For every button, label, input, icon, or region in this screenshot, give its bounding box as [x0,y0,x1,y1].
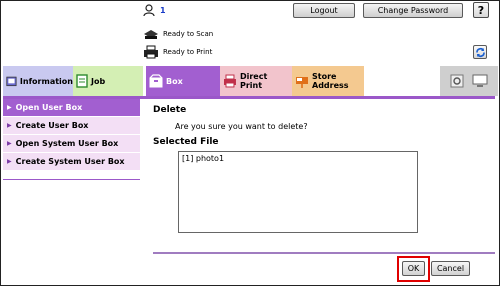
selected-file-heading: Selected File [153,137,219,147]
refresh-button[interactable] [473,45,487,59]
information-icon [6,76,17,87]
confirm-message: Are you sure you want to delete? [175,122,308,131]
direct-print-icon [223,74,236,88]
print-status: Ready to Print [143,45,212,59]
change-password-button[interactable]: Change Password [363,3,463,18]
refresh-icon [475,47,485,57]
tab-direct-print[interactable]: Direct Print [220,66,292,96]
tab-store-address-label: Store Address [312,72,349,90]
arrow-right-icon: ▶ [7,140,12,147]
tab-job[interactable]: Job [73,66,143,96]
scan-status-text: Ready to Scan [163,30,214,38]
sidebar-item-create-system-user-box[interactable]: ▶ Create System User Box [3,153,140,171]
user-count: 1 [160,5,166,15]
job-icon [76,74,88,88]
logout-button[interactable]: Logout [293,3,355,18]
scanner-icon [144,30,158,39]
tab-box-label: Box [166,76,183,86]
tab-job-label: Job [91,76,106,86]
ok-button[interactable]: OK [402,261,425,276]
settings-icon [450,74,464,88]
cancel-button[interactable]: Cancel [431,261,470,276]
selected-file-list[interactable]: [1] photo1 [178,151,418,233]
sidebar-item-create-user-box[interactable]: ▶ Create User Box [3,117,140,135]
print-status-text: Ready to Print [163,48,213,56]
sidebar-item-label: Open System User Box [15,139,119,148]
help-button[interactable]: ? [473,2,489,18]
main-tabs: Information Job Box Direct Print Store A… [3,66,498,96]
store-address-icon [296,77,308,88]
arrow-right-icon: ▶ [7,122,12,129]
footer-divider [153,252,495,254]
monitor-icon [472,74,488,87]
page-title: Delete [153,105,187,115]
list-item: [1] photo1 [182,154,225,163]
sidebar-item-label: Create System User Box [15,157,125,166]
tab-information[interactable]: Information [3,66,73,96]
sidebar-item-label: Create User Box [15,121,89,130]
box-icon [149,74,163,88]
sidebar-divider [3,179,140,180]
printer-icon [144,45,158,59]
sidebar-item-label: Open User Box [15,103,83,112]
tool-tab[interactable] [440,66,498,96]
sidebar-item-open-user-box[interactable]: ▶ Open User Box [3,99,140,117]
tab-store-address[interactable]: Store Address [292,66,364,96]
user-icon [143,4,155,16]
arrow-right-icon: ▶ [7,104,12,111]
user-indicator: 1 [143,4,166,16]
sidebar: ▶ Open User Box ▶ Create User Box ▶ Open… [3,99,140,171]
tab-box[interactable]: Box [146,66,220,96]
scan-status: Ready to Scan [143,28,213,40]
tab-information-label: Information [19,76,73,86]
tab-direct-print-label: Direct Print [239,72,268,90]
sidebar-item-open-system-user-box[interactable]: ▶ Open System User Box [3,135,140,153]
arrow-right-icon: ▶ [7,158,12,165]
